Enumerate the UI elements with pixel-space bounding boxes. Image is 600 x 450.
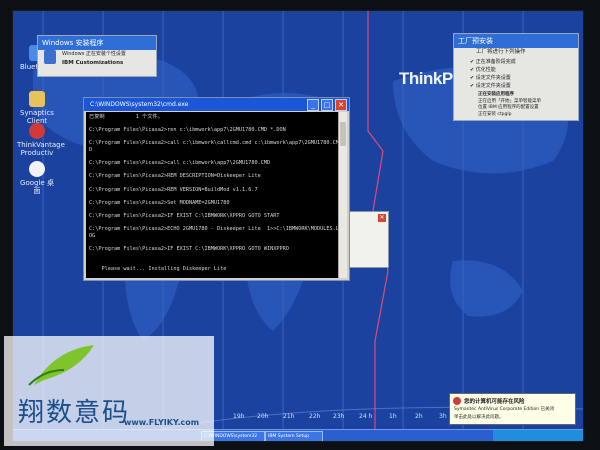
cmd-line: OG — [89, 232, 96, 239]
windows-setup-icon — [44, 50, 56, 64]
cmd-line: Please wait... Installing Diskeeper Lite — [89, 265, 227, 272]
cmd-line — [89, 220, 335, 227]
cmd-line — [89, 121, 335, 128]
cmd-titlebar[interactable]: C:\WINDOWS\system32\cmd.exe _ □ ✕ — [84, 98, 349, 111]
balloon-title: 您的计算机可能存在风险 — [464, 399, 525, 405]
factory-status-line: 位置 IBM 应用程序的配置设置 — [478, 105, 539, 110]
cmd-line — [89, 193, 335, 200]
close-icon[interactable]: ✕ — [335, 99, 347, 111]
factory-step: ✔ 设定文件夹设置 — [470, 75, 511, 81]
factory-install-header: 工厂将进行下列操作 — [476, 49, 526, 55]
factory-step: ✔ 正在准备阶段完成 — [470, 59, 516, 65]
cmd-line: C:\Program Files\Picasa2>IF EXIST C:\IBM… — [89, 245, 289, 252]
cmd-line: C:\Program Files\Picasa2>Set MODNAME=2GM… — [89, 199, 230, 206]
google-icon — [29, 161, 45, 177]
timezone-label: 24 h — [359, 413, 373, 420]
timezone-label: 21h — [283, 413, 295, 420]
cmd-line — [89, 206, 335, 213]
timezone-label: 1h — [389, 413, 397, 420]
cmd-line — [89, 239, 335, 246]
factory-install-panel: 工厂预安装 工厂将进行下列操作 ✔ 正在准备阶段完成 ✔ 优化性能 ✔ 设定文件… — [453, 33, 579, 121]
factory-step: ✔ 优化性能 — [470, 67, 496, 73]
cmd-line — [89, 167, 335, 174]
dialog-close-icon[interactable]: ✕ — [378, 214, 386, 222]
cmd-scrollbar[interactable] — [338, 112, 347, 278]
cmd-line — [89, 259, 335, 266]
cmd-line — [89, 252, 335, 259]
watermark-text: 翔数意码 — [18, 398, 131, 428]
minimize-icon[interactable]: _ — [307, 99, 319, 111]
scrollbar-thumb[interactable] — [340, 122, 346, 146]
windows-setup-line1: Windows 正在安装个性设置 — [62, 51, 126, 57]
google-label: Google 桌面 — [20, 179, 54, 195]
cmd-line: D — [89, 146, 93, 153]
watermark-logo: 翔数意码 www.FLYIKY.com — [4, 336, 214, 446]
windows-setup-panel: Windows 安装程序 Windows 正在安装个性设置 IBM Custom… — [37, 35, 157, 77]
cmd-line — [89, 134, 335, 141]
folder-icon — [29, 91, 45, 107]
balloon-body: Symantec AntiVirus Corporate Edition 已关闭 — [454, 407, 555, 412]
cmd-line: 已复制 1 个文件。 — [89, 114, 163, 120]
watermark-leaf-icon — [28, 345, 94, 386]
cmd-title: C:\WINDOWS\system32\cmd.exe — [90, 101, 189, 108]
cmd-window[interactable]: C:\WINDOWS\system32\cmd.exe _ □ ✕ 已复制 1 … — [83, 97, 350, 281]
maximize-icon[interactable]: □ — [321, 99, 333, 111]
cmd-line: C:\Program Files\Picasa2>ren c:\ibmwork\… — [89, 127, 286, 134]
cmd-line: C:\Program Files\Picasa2>REM DESCRIPTION… — [89, 173, 261, 180]
windows-setup-line2: IBM Customizations — [62, 60, 124, 66]
balloon-body-2: 单击此处以解决此问题。 — [454, 415, 504, 420]
cmd-window-controls: _ □ ✕ — [307, 99, 347, 111]
factory-step: ✔ 设定文件夹设置 — [470, 83, 511, 89]
timezone-label: 23h — [333, 413, 345, 420]
system-tray[interactable] — [493, 430, 583, 441]
cmd-line — [89, 154, 335, 161]
timezone-label: 3h — [439, 413, 447, 420]
factory-status-list: 正在安装应用程序 正在启用「开始」菜单智能菜单 位置 IBM 应用程序的配置设置… — [478, 92, 541, 118]
security-alert-balloon[interactable]: 您的计算机可能存在风险 Symantec AntiVirus Corporate… — [449, 393, 576, 425]
cmd-line: C:\Program Files\Picasa2>REM VERSION=Bui… — [89, 186, 258, 193]
synaptics-client-icon[interactable]: Synaptics Client — [17, 91, 57, 125]
cmd-line: C:\Program Files\Picasa2>ECHO 2GMU1780 -… — [89, 226, 338, 233]
timezone-label: 22h — [309, 413, 321, 420]
cmd-line — [89, 180, 335, 187]
timezone-label: 20h — [257, 413, 269, 420]
cmd-line: C:\Program Files\Picasa2>call c:\ibmwork… — [89, 140, 338, 147]
factory-status-line: 正在安装 ctpglp — [478, 111, 512, 117]
timezone-label: 2h — [415, 413, 423, 420]
cmd-output[interactable]: 已复制 1 个文件。 C:\Program Files\Picasa2>ren c… — [86, 112, 338, 278]
cmd-line: C:\Program Files\Picasa2>IF EXIST C:\IBM… — [89, 212, 280, 219]
timezone-label: 19h — [233, 413, 245, 420]
factory-install-title: 工厂预安装 — [454, 34, 578, 48]
google-desktop-icon[interactable]: Google 桌面 — [17, 161, 57, 195]
windows-setup-title: Windows 安装程序 — [38, 36, 156, 50]
taskbar-button-system-setup[interactable]: IBM System Setup — [265, 431, 323, 441]
warning-shield-icon — [453, 397, 461, 405]
thinkvantage-glyph-icon — [29, 123, 45, 139]
factory-step-list: ✔ 正在准备阶段完成 ✔ 优化性能 ✔ 设定文件夹设置 ✔ 设定文件夹设置 — [470, 58, 516, 90]
cmd-line: C:\Program Files\Picasa2>call c:\ibmwork… — [89, 160, 271, 167]
thinkvantage-icon[interactable]: ThinkVantage Productiv — [17, 123, 65, 157]
watermark-url: www.FLYIKY.com — [124, 418, 200, 427]
